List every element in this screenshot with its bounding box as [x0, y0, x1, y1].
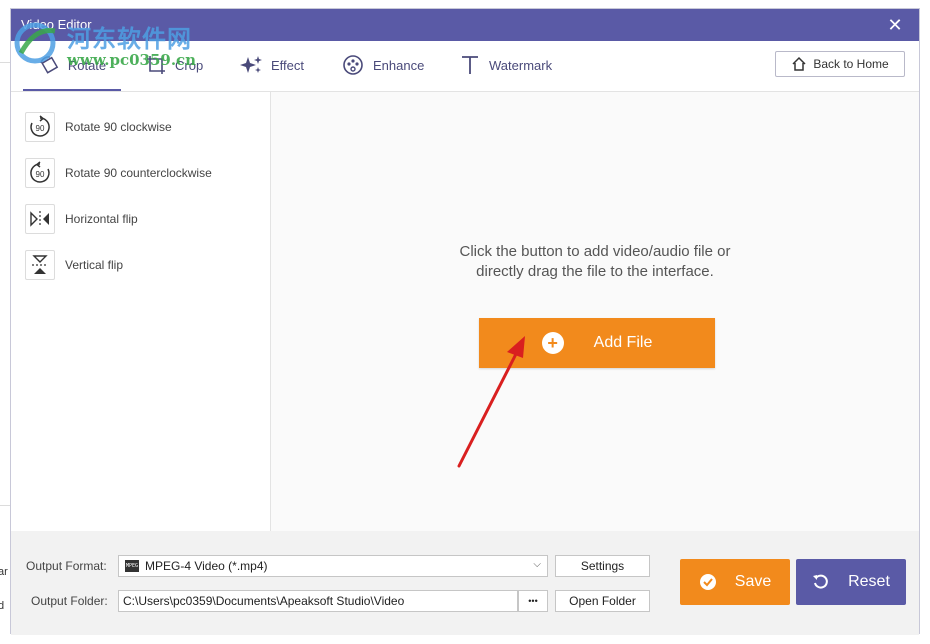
crop-icon: [147, 56, 165, 74]
watermark-icon: [462, 56, 478, 74]
settings-button[interactable]: Settings: [555, 555, 650, 577]
horizontal-flip-option[interactable]: Horizontal flip: [25, 202, 138, 236]
tab-crop[interactable]: Crop: [145, 41, 203, 89]
rotate-icon: [40, 56, 59, 74]
horizontal-flip-icon: [25, 204, 55, 234]
tab-label: Enhance: [373, 57, 425, 73]
reset-label: Reset: [848, 573, 890, 590]
title-bar: Video Editor ✕: [11, 9, 919, 41]
option-label: Rotate 90 clockwise: [65, 120, 172, 134]
drop-hint-line: Click the button to add video/audio file…: [459, 243, 731, 260]
file-drop-area[interactable]: Click the button to add video/audio file…: [271, 92, 919, 532]
mpeg-icon: MPEG: [125, 560, 139, 572]
home-icon: [792, 56, 806, 71]
reset-button[interactable]: Reset: [796, 559, 906, 605]
check-circle-icon: [699, 574, 716, 590]
tab-effect[interactable]: Effect: [239, 41, 304, 89]
tab-label: Effect: [271, 57, 305, 73]
tab-label: Crop: [175, 57, 204, 73]
save-button[interactable]: Save: [680, 559, 790, 605]
enhance-icon: [343, 55, 363, 75]
output-panel: Output Format: MPEG MPEG-4 Video (*.mp4)…: [11, 531, 919, 635]
rotate-counterclockwise-icon: 90: [25, 158, 55, 188]
background-app-strip: ar d: [0, 0, 10, 644]
output-folder-path[interactable]: C:\Users\pc0359\Documents\Apeaksoft Stud…: [118, 590, 518, 612]
add-file-label: Add File: [593, 334, 653, 351]
window-title: Video Editor: [21, 17, 92, 32]
video-editor-window: Video Editor ✕ Rotate Crop Effect Enhanc…: [10, 8, 920, 635]
rotate-counterclockwise-option[interactable]: 90 Rotate 90 counterclockwise: [25, 156, 212, 190]
drop-hint-line: directly drag the file to the interface.: [476, 263, 714, 280]
open-folder-button[interactable]: Open Folder: [555, 590, 650, 612]
tab-label: Rotate: [67, 57, 107, 73]
vertical-flip-icon: [25, 250, 55, 280]
vertical-flip-option[interactable]: Vertical flip: [25, 248, 123, 282]
rotate-clockwise-icon: 90: [25, 112, 55, 142]
back-to-home-label: Back to Home: [813, 57, 889, 71]
divider: [0, 505, 10, 506]
tab-label: Watermark: [489, 57, 553, 73]
tab-enhance[interactable]: Enhance: [341, 41, 424, 89]
tab-bar: Rotate Crop Effect Enhance Watermark Bac…: [11, 41, 919, 91]
back-to-home-button[interactable]: Back to Home: [775, 51, 905, 77]
divider: [0, 62, 10, 63]
background-text: d: [0, 600, 5, 612]
svg-text:90: 90: [36, 124, 45, 133]
svg-text:90: 90: [36, 170, 45, 179]
option-label: Rotate 90 counterclockwise: [65, 166, 212, 180]
save-label: Save: [734, 573, 772, 590]
add-file-button[interactable]: + Add File: [479, 318, 715, 368]
tab-rotate[interactable]: Rotate: [23, 41, 121, 91]
drop-hint: Click the button to add video/audio file…: [271, 242, 919, 282]
close-button[interactable]: ✕: [885, 15, 905, 35]
tab-watermark[interactable]: Watermark: [459, 41, 552, 89]
chevron-down-icon: ⌵: [533, 559, 541, 570]
output-format-select[interactable]: MPEG MPEG-4 Video (*.mp4) ⌵: [118, 555, 548, 577]
rotate-clockwise-option[interactable]: 90 Rotate 90 clockwise: [25, 110, 172, 144]
output-format-value: MPEG-4 Video (*.mp4): [145, 559, 268, 573]
reset-icon: [813, 574, 828, 589]
rotate-options-panel: 90 Rotate 90 clockwise 90 Rotate 90 coun…: [11, 92, 271, 532]
browse-folder-button[interactable]: •••: [518, 590, 548, 612]
output-folder-label: Output Folder:: [31, 594, 108, 608]
option-label: Horizontal flip: [65, 212, 138, 226]
plus-icon: +: [541, 332, 564, 354]
effect-icon: [240, 56, 262, 73]
option-label: Vertical flip: [65, 258, 124, 272]
output-format-label: Output Format:: [26, 559, 107, 573]
background-text: ar: [0, 566, 8, 578]
editor-content: 90 Rotate 90 clockwise 90 Rotate 90 coun…: [11, 91, 919, 533]
